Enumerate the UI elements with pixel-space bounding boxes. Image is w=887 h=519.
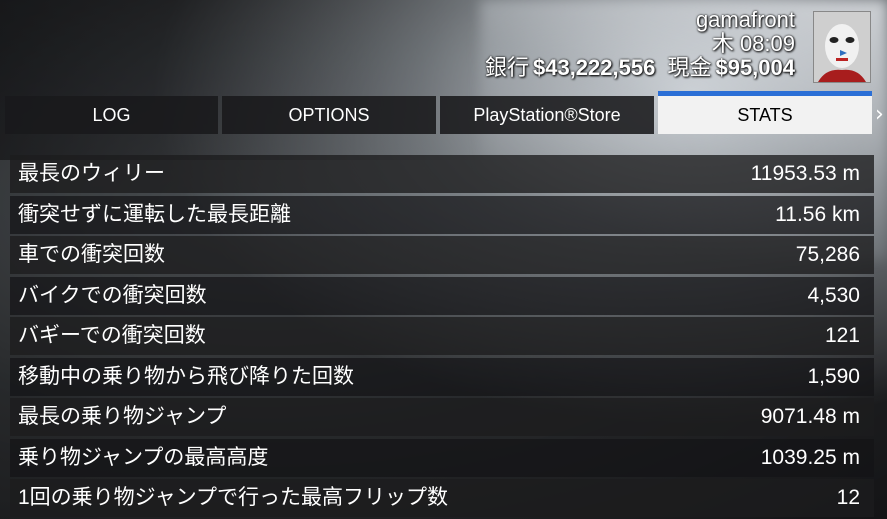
bank-value: $43,222,556 — [532, 55, 656, 80]
stat-label: 車での衝突回数 — [18, 243, 165, 266]
stat-label: 移動中の乗り物から飛び降りた回数 — [18, 364, 354, 388]
stat-row-highest-vehicle-jump[interactable]: 乗り物ジャンプの最高高度 1039.25 m — [10, 438, 874, 477]
stat-label: 1回の乗り物ジャンプで行った最高フリップ数 — [18, 486, 448, 509]
player-info: gamafront 木 08:09 銀行 $43,222,556 現金 $95,00… — [479, 8, 795, 80]
stat-value: 11953.53 m — [750, 162, 860, 185]
stat-label: 最長のウィリー — [18, 162, 165, 185]
avatar-mask-icon — [814, 12, 870, 82]
stat-row-bike-crashes[interactable]: バイクでの衝突回数 4,530 — [10, 276, 874, 315]
cash-label: 現金 — [667, 55, 712, 80]
bank-label: 銀行 — [484, 55, 529, 80]
stat-row-car-crashes[interactable]: 車での衝突回数 75,286 — [10, 236, 874, 274]
player-name: gamafront — [695, 7, 795, 32]
background-shade — [0, 0, 500, 160]
cash-value: $95,004 — [715, 55, 795, 80]
stat-label: 最長の乗り物ジャンプ — [18, 405, 227, 428]
avatar — [813, 11, 871, 83]
stat-label: バイクでの衝突回数 — [18, 283, 207, 307]
stat-label: バギーでの衝突回数 — [18, 324, 206, 347]
stat-label: 衝突せずに運転した最長距離 — [18, 202, 291, 226]
stat-value: 4,530 — [807, 283, 860, 307]
stat-row-longest-wheelie[interactable]: 最長のウィリー 11953.53 m — [10, 155, 874, 193]
tab-stats[interactable]: STATS — [658, 91, 872, 134]
stat-row-buggy-crashes[interactable]: バギーでの衝突回数 121 — [10, 317, 874, 355]
tab-playstation-store[interactable]: PlayStation®Store — [440, 96, 654, 134]
stat-value: 9071.48 m — [760, 405, 860, 428]
stat-label: 乗り物ジャンプの最高高度 — [18, 445, 269, 469]
tab-options[interactable]: OPTIONS — [222, 96, 436, 134]
money-line: 銀行 $43,222,556 現金 $95,004 — [479, 56, 795, 80]
stat-row-longest-vehicle-jump[interactable]: 最長の乗り物ジャンプ 9071.48 m — [10, 398, 874, 436]
tab-bar: LOG OPTIONS PlayStation®Store STATS › — [0, 91, 887, 134]
stat-value: 1,590 — [807, 364, 860, 388]
stat-value: 1039.25 m — [760, 445, 860, 469]
stat-value: 11.56 km — [775, 202, 860, 226]
stat-value: 12 — [836, 486, 860, 509]
next-tab-arrow-icon[interactable]: › — [875, 96, 887, 134]
game-clock: 木 08:09 — [711, 31, 795, 56]
stat-value: 75,286 — [795, 243, 860, 266]
stats-list: 最長のウィリー 11953.53 m 衝突せずに運転した最長距離 11.56 k… — [10, 155, 874, 519]
stat-value: 121 — [824, 324, 860, 347]
stat-row-longest-drive-no-crash[interactable]: 衝突せずに運転した最長距離 11.56 km — [10, 195, 874, 234]
tab-log[interactable]: LOG — [5, 96, 218, 134]
stat-row-bailouts[interactable]: 移動中の乗り物から飛び降りた回数 1,590 — [10, 357, 874, 396]
stat-row-most-flips[interactable]: 1回の乗り物ジャンプで行った最高フリップ数 12 — [10, 479, 874, 517]
